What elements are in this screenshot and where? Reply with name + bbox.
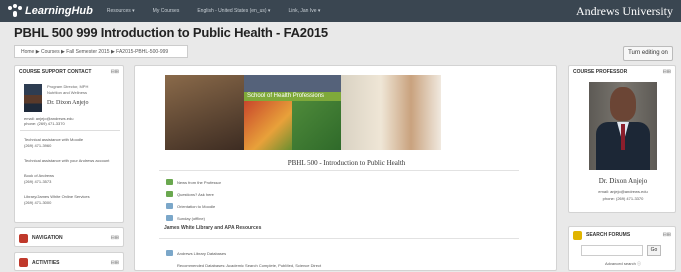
top-nav-menu: Resources ▾ My Courses English - United … [107,8,339,14]
divider [159,170,519,171]
support-line: Book of Andrews [24,173,55,178]
search-forums-header: SEARCH FORUMS ⊟⊞ [569,227,675,243]
activities-title: ACTIVITIES [32,259,60,266]
professor-phone: phone: (269) 471-3370 [602,196,644,201]
search-forums-title: SEARCH FORUMS [586,232,631,238]
professor-name: Dr. Dixon Anjejo [598,177,648,185]
nav-resources[interactable]: Resources ▾ [107,8,135,14]
nav-my-courses[interactable]: My Courses [153,8,180,14]
professor-email[interactable]: email: anjejo@andrews.edu [569,189,677,194]
course-banner-image: School of Health Professions [165,75,441,150]
search-forums-block: SEARCH FORUMS ⊟⊞ Go Advanced search ⓘ [568,226,676,271]
site-logo-text: LearningHub [25,5,93,17]
page-icon [166,203,173,209]
advanced-search-link[interactable]: Advanced search ⓘ [569,261,677,267]
support-line: Technical assistance with Moodle [24,137,84,142]
resource-link[interactable]: Andrews Library Databases [166,250,226,256]
activities-header[interactable]: ACTIVITIES ⊟⊞ [15,253,123,272]
support-line: (269) 471-3960 [24,143,52,148]
course-professor-block: COURSE PROFESSOR ⊟⊞ Dr. Dixon Anjejo ema… [568,65,676,213]
professor-photo-tie [621,124,625,150]
banner-photo-food [244,101,292,150]
resource-label[interactable]: Orientation to Moodle [177,204,215,209]
page-icon [166,215,173,221]
course-professor-title: COURSE PROFESSOR [573,69,628,75]
divider [159,238,519,239]
search-go-button[interactable]: Go [647,245,661,256]
navigation-icon [19,233,28,243]
banner-photo-cyclist [292,101,341,150]
activities-icon [19,258,28,267]
page-title: PBHL 500 999 Introduction to Public Heal… [14,25,328,40]
url-icon [166,250,173,256]
banner-label: School of Health Professions [244,92,341,101]
banner-top-strip [244,75,341,92]
block-controls-icon[interactable]: ⊟⊞ [111,235,119,241]
nav-user-menu[interactable]: Link, Jan Ive ▾ [288,8,320,14]
search-forums-input[interactable] [581,245,643,256]
resource-link[interactable]: Questions? Ask here [166,191,214,197]
top-navbar: LearningHub Resources ▾ My Courses Engli… [0,0,681,22]
contact-photo [24,84,42,112]
course-professor-header: COURSE PROFESSOR ⊟⊞ [569,66,675,78]
resource-label[interactable]: Sunday (offline) [177,216,205,221]
contact-role: Program Director, MPH Nutrition and Well… [47,84,88,96]
forum-icon [166,191,173,197]
professor-photo-face [610,87,636,121]
site-logo[interactable]: LearningHub [8,4,93,18]
course-heading: PBHL 500 - Introduction to Public Health [287,159,406,167]
turn-editing-button[interactable]: Turn editing on [623,46,673,61]
resource-description: Recommended Databases: Academic Search C… [177,263,322,268]
resource-link[interactable]: Orientation to Moodle [166,203,215,209]
navigation-header[interactable]: NAVIGATION ⊟⊞ [15,228,123,248]
university-brand: Andrews University [576,3,673,18]
block-controls-icon[interactable]: ⊟⊞ [663,232,671,238]
section-heading: James White Library and APA Resources [164,225,262,231]
course-support-header: COURSE SUPPORT CONTACT ⊟⊞ [15,66,123,78]
course-support-block: COURSE SUPPORT CONTACT ⊟⊞ Program Direct… [14,65,124,223]
banner-photo-woman [341,75,441,150]
contact-phone: phone: (269) 471-3370 [24,121,65,126]
resource-label[interactable]: News from the Professor [177,180,221,185]
block-controls-icon[interactable]: ⊟⊞ [111,69,119,75]
resource-link[interactable]: Sunday (offline) [166,215,205,221]
resource-link[interactable]: News from the Professor [166,179,221,185]
support-line: (269) 471-3573 [24,179,52,184]
search-forums-icon [573,230,582,240]
banner-photo-doctors [165,75,244,150]
support-line: Technical assistance with your Andrews a… [24,158,110,163]
navigation-block: NAVIGATION ⊟⊞ [14,227,124,247]
activities-block: ACTIVITIES ⊟⊞ [14,252,124,271]
nav-language[interactable]: English - United States (en_us) ▾ [197,8,270,14]
forum-icon [166,179,173,185]
course-main-content: School of Health Professions PBHL 500 - … [134,65,557,271]
resource-label[interactable]: Andrews Library Databases [177,251,226,256]
support-line: (269) 471-3000 [24,200,52,205]
breadcrumb[interactable]: Home ▶ Courses ▶ Fall Semester 2015 ▶ FA… [14,45,188,58]
block-controls-icon[interactable]: ⊟⊞ [663,69,671,75]
navigation-title: NAVIGATION [32,235,63,241]
block-controls-icon[interactable]: ⊟⊞ [111,260,119,266]
logo-people-icon [8,4,22,18]
support-line: Library/James White Online Services [24,194,90,199]
course-support-title: COURSE SUPPORT CONTACT [19,69,92,75]
contact-name: Dr. Dixon Anjejo [47,100,89,106]
divider [20,130,120,131]
resource-label[interactable]: Questions? Ask here [177,192,214,197]
contact-role-line: Nutrition and Wellness [47,90,87,95]
